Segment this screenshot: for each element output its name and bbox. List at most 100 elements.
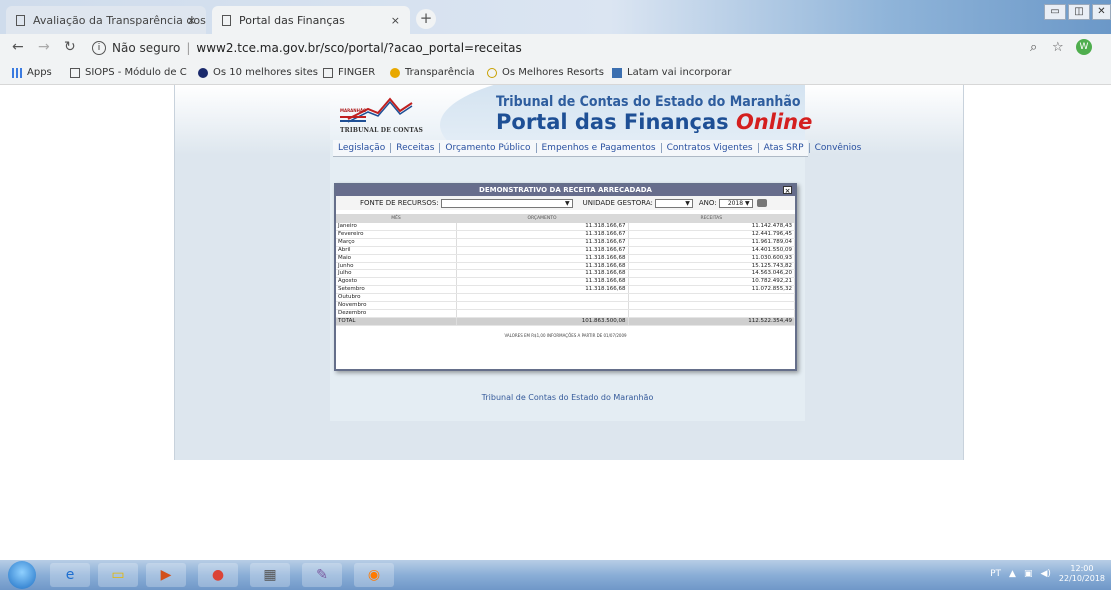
menu-convenios[interactable]: Convênios — [810, 143, 867, 153]
unidade-select[interactable]: ▼ — [654, 198, 693, 208]
back-icon[interactable]: ← — [12, 39, 24, 55]
month-cell: Junho — [336, 262, 457, 271]
close-window-button[interactable]: ✕ — [1092, 4, 1111, 20]
table-row: Janeiro 11.318.166,67 11.142.478,43 — [336, 223, 795, 231]
month-cell: Março — [336, 238, 457, 247]
language-indicator[interactable]: PT — [990, 569, 1001, 579]
windows-taskbar: e ▭ ▶ ● ▦ ✎ ◉ PT ▲ ▣ ◀) 12:00 22/10/2018 — [0, 560, 1111, 590]
site-nav-menu: Legislação Receitas Orçamento Público Em… — [333, 140, 861, 157]
bookmark-label: SIOPS - Módulo de C — [85, 67, 187, 78]
menu-orcamento[interactable]: Orçamento Público — [440, 143, 537, 153]
ie-icon[interactable]: e — [50, 563, 90, 587]
new-tab-button[interactable]: + — [416, 9, 436, 29]
month-cell: Novembro — [336, 301, 457, 310]
page-icon — [70, 67, 80, 78]
month-cell: Agosto — [336, 277, 457, 287]
tce-logo: MARANHÃO TRIBUNAL DE CONTAS — [340, 95, 430, 135]
orcamento-cell: 11.318.166,67 — [456, 238, 629, 247]
orcamento-cell: 11.318.166,67 — [456, 246, 629, 255]
news-icon — [612, 67, 622, 78]
receitas-cell — [628, 301, 795, 310]
start-button[interactable] — [8, 561, 36, 589]
portal-title: Portal das Finanças — [496, 110, 729, 134]
bookmark-apps[interactable]: Apps — [12, 67, 52, 78]
web-page: MARANHÃO TRIBUNAL DE CONTAS Tribunal de … — [0, 85, 1111, 519]
menu-receitas[interactable]: Receitas — [391, 143, 441, 153]
receitas-cell: 14.401.550,09 — [628, 246, 795, 255]
table-row: Junho 11.318.166,68 15.125.743,82 — [336, 262, 795, 271]
month-cell: Dezembro — [336, 309, 457, 318]
total-row: TOTAL 101.863.500,08 112.522.354,49 — [336, 317, 795, 326]
bookmark-transparencia[interactable]: Transparência — [390, 67, 475, 78]
col-receitas: RECEITAS — [628, 214, 795, 223]
media-player-icon[interactable]: ▶ — [146, 563, 186, 587]
fonte-select[interactable]: ▼ — [440, 198, 573, 208]
chrome-icon[interactable]: ● — [198, 563, 238, 587]
url-text[interactable]: www2.tce.ma.gov.br/sco/portal/?acao_port… — [196, 41, 521, 55]
table-row: Outubro — [336, 293, 795, 303]
close-icon[interactable]: × — [783, 186, 792, 195]
receitas-cell — [628, 293, 795, 303]
tab-title: Avaliação da Transparência dos — [33, 13, 206, 27]
moon-icon — [198, 67, 208, 78]
profile-avatar[interactable]: W — [1076, 39, 1092, 55]
clock[interactable]: 12:00 22/10/2018 — [1059, 564, 1105, 584]
receitas-cell: 10.782.492,21 — [628, 277, 795, 287]
bookmark-label: Os 10 melhores sites — [213, 67, 318, 78]
address-bar[interactable]: i Não seguro | www2.tce.ma.gov.br/sco/po… — [92, 36, 1012, 60]
orcamento-cell — [456, 309, 629, 318]
orcamento-cell: 101.863.500,08 — [456, 317, 629, 326]
network-icon[interactable]: ▣ — [1024, 569, 1033, 579]
close-tab-icon[interactable]: × — [391, 14, 400, 27]
separator: | — [186, 41, 191, 55]
orcamento-cell: 11.318.166,68 — [456, 262, 629, 271]
orcamento-cell: 11.318.166,68 — [456, 285, 629, 295]
month-cell: Fevereiro — [336, 230, 457, 239]
calculator-icon[interactable]: ▦ — [250, 563, 290, 587]
bookmark-siops[interactable]: SIOPS - Módulo de C — [70, 67, 187, 78]
firefox-icon[interactable]: ◉ — [354, 563, 394, 587]
bookmark-os10[interactable]: Os 10 melhores sites — [198, 67, 318, 78]
modal-header: DEMONSTRATIVO DA RECEITA ARRECADADA × — [336, 185, 795, 196]
table-row: Abril 11.318.166,67 14.401.550,09 — [336, 246, 795, 255]
menu-atas-srp[interactable]: Atas SRP — [759, 143, 810, 153]
clock-date: 22/10/2018 — [1058, 574, 1105, 583]
month-cell: Abril — [336, 246, 457, 255]
month-cell: Setembro — [336, 285, 457, 295]
table-row: Maio 11.318.166,68 11.030.600,93 — [336, 254, 795, 263]
maximize-button[interactable]: ◫ — [1068, 4, 1090, 20]
tab-avaliacao[interactable]: Avaliação da Transparência dos × — [6, 6, 206, 34]
tray-arrow-icon[interactable]: ▲ — [1009, 569, 1016, 579]
bookmark-finger[interactable]: FINGER — [323, 67, 375, 78]
month-cell: Julho — [336, 269, 457, 279]
online-title: Online — [735, 110, 813, 134]
site-title-line2: Portal das Finanças Online — [496, 110, 812, 134]
table-row: Dezembro — [336, 309, 795, 318]
security-label: Não seguro — [112, 41, 181, 55]
forward-icon[interactable]: → — [38, 39, 50, 55]
orcamento-cell: 11.318.166,67 — [456, 230, 629, 239]
bookmark-latam[interactable]: Latam vai incorporar — [612, 67, 731, 78]
tab-portal-financas[interactable]: Portal das Finanças × — [212, 6, 410, 34]
menu-contratos[interactable]: Contratos Vigentes — [662, 143, 759, 153]
volume-icon[interactable]: ◀) — [1040, 569, 1050, 579]
month-cell: Maio — [336, 254, 457, 263]
logo-caption: TRIBUNAL DE CONTAS — [340, 127, 424, 134]
star-icon[interactable]: ☆ — [1052, 40, 1064, 55]
menu-empenhos[interactable]: Empenhos e Pagamentos — [537, 143, 662, 153]
ano-select[interactable]: 2018 ▼ — [718, 198, 753, 208]
folder-icon[interactable]: ▭ — [98, 563, 138, 587]
receitas-cell — [628, 309, 795, 318]
info-icon[interactable]: i — [92, 41, 106, 55]
zoom-icon[interactable]: ⌕ — [1030, 40, 1037, 55]
reload-icon[interactable]: ↻ — [64, 39, 76, 55]
col-orcamento: ORÇAMENTO — [456, 214, 628, 223]
minimize-button[interactable]: ▭ — [1044, 4, 1066, 20]
paint-icon[interactable]: ✎ — [302, 563, 342, 587]
print-icon[interactable] — [756, 199, 767, 207]
bookmark-resorts[interactable]: Os Melhores Resorts — [487, 67, 604, 78]
browser-tab-strip: Avaliação da Transparência dos × Portal … — [0, 0, 1111, 34]
menu-legislacao[interactable]: Legislação — [333, 143, 392, 153]
receitas-cell: 12.441.796,45 — [628, 230, 795, 239]
close-tab-icon[interactable]: × — [187, 14, 196, 27]
